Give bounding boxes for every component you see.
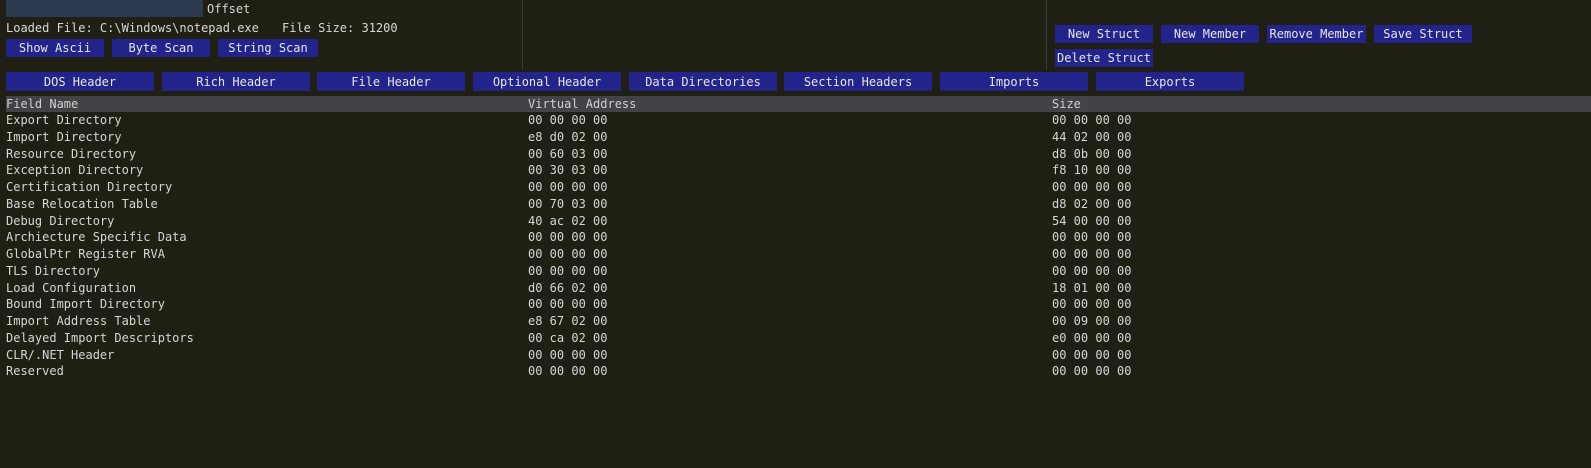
new-member-button[interactable]: New Member <box>1161 25 1259 43</box>
remove-member-button[interactable]: Remove Member <box>1267 25 1366 43</box>
virtual-address-cell: 00 00 00 00 <box>528 113 608 127</box>
size-cell: 00 00 00 00 <box>1052 113 1132 127</box>
table-row[interactable]: Reserved 00 00 00 00 00 00 00 00 <box>0 363 1591 380</box>
field-name-cell: GlobalPtr Register RVA <box>6 247 165 261</box>
file-size-text: File Size: 31200 <box>282 21 398 35</box>
field-name-cell: Reserved <box>6 364 64 379</box>
size-cell: 18 01 00 00 <box>1052 280 1132 295</box>
table-header: Field Name Virtual Address Size <box>6 96 1591 112</box>
column-header-field-name[interactable]: Field Name <box>6 96 78 112</box>
field-name-cell: Bound Import Directory <box>6 297 165 312</box>
size-cell: 00 09 00 00 <box>1052 314 1132 328</box>
show-ascii-button[interactable]: Show Ascii <box>6 39 104 57</box>
field-name-cell: Import Directory <box>6 129 122 144</box>
virtual-address-cell: 00 00 00 00 <box>528 247 608 261</box>
field-name-cell: Delayed Import Descriptors <box>6 330 194 345</box>
table-row[interactable]: Archiecture Specific Data 00 00 00 00 00 0… <box>0 229 1591 246</box>
byte-scan-button[interactable]: Byte Scan <box>112 39 210 57</box>
column-header-size[interactable]: Size <box>1052 96 1081 112</box>
new-struct-button[interactable]: New Struct <box>1055 25 1153 43</box>
tab-rich-header[interactable]: Rich Header <box>162 72 310 91</box>
field-name-cell: CLR/.NET Header <box>6 347 115 362</box>
table-row[interactable]: Export Directory 00 00 00 00 00 00 00 00 <box>0 112 1591 129</box>
field-name-cell: Certification Directory <box>6 180 173 194</box>
table-row[interactable]: Delayed Import Descriptors 00 ca 02 00 e0 … <box>0 330 1591 347</box>
virtual-address-cell: e8 d0 02 00 <box>528 129 608 144</box>
field-name-cell: Import Address Table <box>6 314 151 328</box>
delete-struct-button[interactable]: Delete Struct <box>1055 49 1153 67</box>
table-row[interactable]: Load Configuration d0 66 02 00 18 01 00 00 <box>0 280 1591 297</box>
size-cell: 00 00 00 00 <box>1052 297 1132 312</box>
tab-exports[interactable]: Exports <box>1096 72 1244 91</box>
table-row[interactable]: Bound Import Directory 00 00 00 00 00 00 0… <box>0 296 1591 313</box>
size-cell: d8 0b 00 00 <box>1052 146 1132 161</box>
size-cell: 00 00 00 00 <box>1052 263 1132 278</box>
virtual-address-cell: 00 00 00 00 <box>528 364 608 379</box>
string-scan-button[interactable]: String Scan <box>218 39 318 57</box>
tab-optional-header[interactable]: Optional Header <box>473 72 621 91</box>
size-cell: 00 00 00 00 <box>1052 180 1132 194</box>
field-name-cell: Debug Directory <box>6 213 115 228</box>
size-cell: f8 10 00 00 <box>1052 163 1132 178</box>
virtual-address-cell: 00 00 00 00 <box>528 180 608 194</box>
virtual-address-cell: 00 ca 02 00 <box>528 330 608 345</box>
table-row[interactable]: TLS Directory 00 00 00 00 00 00 00 00 <box>0 263 1591 280</box>
field-name-cell: Base Relocation Table <box>6 196 158 211</box>
size-cell: e0 00 00 00 <box>1052 330 1132 345</box>
field-name-cell: Export Directory <box>6 113 122 127</box>
save-struct-button[interactable]: Save Struct <box>1374 25 1472 43</box>
table-row[interactable]: Exception Directory 00 30 03 00 f8 10 00 0… <box>0 162 1591 179</box>
size-cell: 00 00 00 00 <box>1052 230 1132 245</box>
size-cell: 44 02 00 00 <box>1052 129 1132 144</box>
virtual-address-cell: 00 70 03 00 <box>528 196 608 211</box>
virtual-address-cell: 00 00 00 00 <box>528 230 608 245</box>
field-name-cell: Exception Directory <box>6 163 144 178</box>
tab-dos-header[interactable]: DOS Header <box>6 72 154 91</box>
offset-input[interactable] <box>6 0 203 17</box>
field-name-cell: Archiecture Specific Data <box>6 230 187 245</box>
table-row[interactable]: Certification Directory 00 00 00 00 00 00 … <box>0 179 1591 196</box>
field-name-cell: Load Configuration <box>6 280 137 295</box>
tab-data-directories[interactable]: Data Directories <box>629 72 777 91</box>
table-row[interactable]: Import Directory e8 d0 02 00 44 02 00 00 <box>0 129 1591 146</box>
virtual-address-cell: 00 00 00 00 <box>528 347 608 362</box>
virtual-address-cell: d0 66 02 00 <box>528 280 608 295</box>
size-cell: 00 00 00 00 <box>1052 347 1132 362</box>
size-cell: 00 00 00 00 <box>1052 364 1132 379</box>
table-row[interactable]: CLR/.NET Header 00 00 00 00 00 00 00 00 <box>0 347 1591 364</box>
virtual-address-cell: e8 67 02 00 <box>528 314 608 328</box>
virtual-address-cell: 00 30 03 00 <box>528 163 608 178</box>
column-header-virtual-address[interactable]: Virtual Address <box>528 96 636 112</box>
table-row[interactable]: Resource Directory 00 60 03 00 d8 0b 00 00 <box>0 146 1591 163</box>
field-name-cell: Resource Directory <box>6 146 137 161</box>
size-cell: d8 02 00 00 <box>1052 196 1132 211</box>
tab-section-headers[interactable]: Section Headers <box>784 72 932 91</box>
panel-separator <box>522 0 523 70</box>
table-row[interactable]: Debug Directory 40 ac 02 00 54 00 00 00 <box>0 213 1591 230</box>
size-cell: 54 00 00 00 <box>1052 213 1132 228</box>
size-cell: 00 00 00 00 <box>1052 247 1132 261</box>
field-name-cell: TLS Directory <box>6 263 100 278</box>
table-row[interactable]: Import Address Table e8 67 02 00 00 09 00 … <box>0 313 1591 330</box>
panel-separator <box>1046 0 1047 70</box>
table-row[interactable]: GlobalPtr Register RVA 00 00 00 00 00 00 0… <box>0 246 1591 263</box>
virtual-address-cell: 00 60 03 00 <box>528 146 608 161</box>
table-row[interactable]: Base Relocation Table 00 70 03 00 d8 02 00… <box>0 196 1591 213</box>
loaded-file-text: Loaded File: C:\Windows\notepad.exe <box>6 21 259 35</box>
virtual-address-cell: 00 00 00 00 <box>528 263 608 278</box>
offset-label: Offset <box>207 2 251 16</box>
virtual-address-cell: 00 00 00 00 <box>528 297 608 312</box>
tab-file-header[interactable]: File Header <box>317 72 465 91</box>
tab-imports[interactable]: Imports <box>940 72 1088 91</box>
virtual-address-cell: 40 ac 02 00 <box>528 213 608 228</box>
